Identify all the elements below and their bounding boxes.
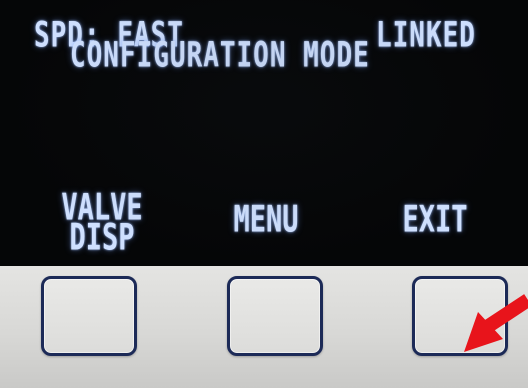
menu-button[interactable] — [227, 276, 323, 356]
softkey-label-exit: EXIT — [370, 199, 500, 242]
link-status: LINKED — [376, 15, 476, 56]
softkey-label-line: MENU — [233, 199, 299, 242]
softkey-label-menu: MENU — [206, 199, 326, 242]
control-unit: SPD: FAST LINKED CONFIGURATION MODE VALV… — [0, 0, 528, 388]
valve-disp-button[interactable] — [41, 276, 137, 356]
oled-display: SPD: FAST LINKED CONFIGURATION MODE VALV… — [0, 0, 528, 266]
mode-title: CONFIGURATION MODE — [70, 35, 370, 76]
exit-button[interactable] — [412, 276, 508, 356]
softkey-label-line: DISP — [69, 217, 135, 259]
softkey-label-valve-disp: VALVE DISP — [34, 190, 170, 259]
softkey-label-line: EXIT — [402, 199, 468, 242]
